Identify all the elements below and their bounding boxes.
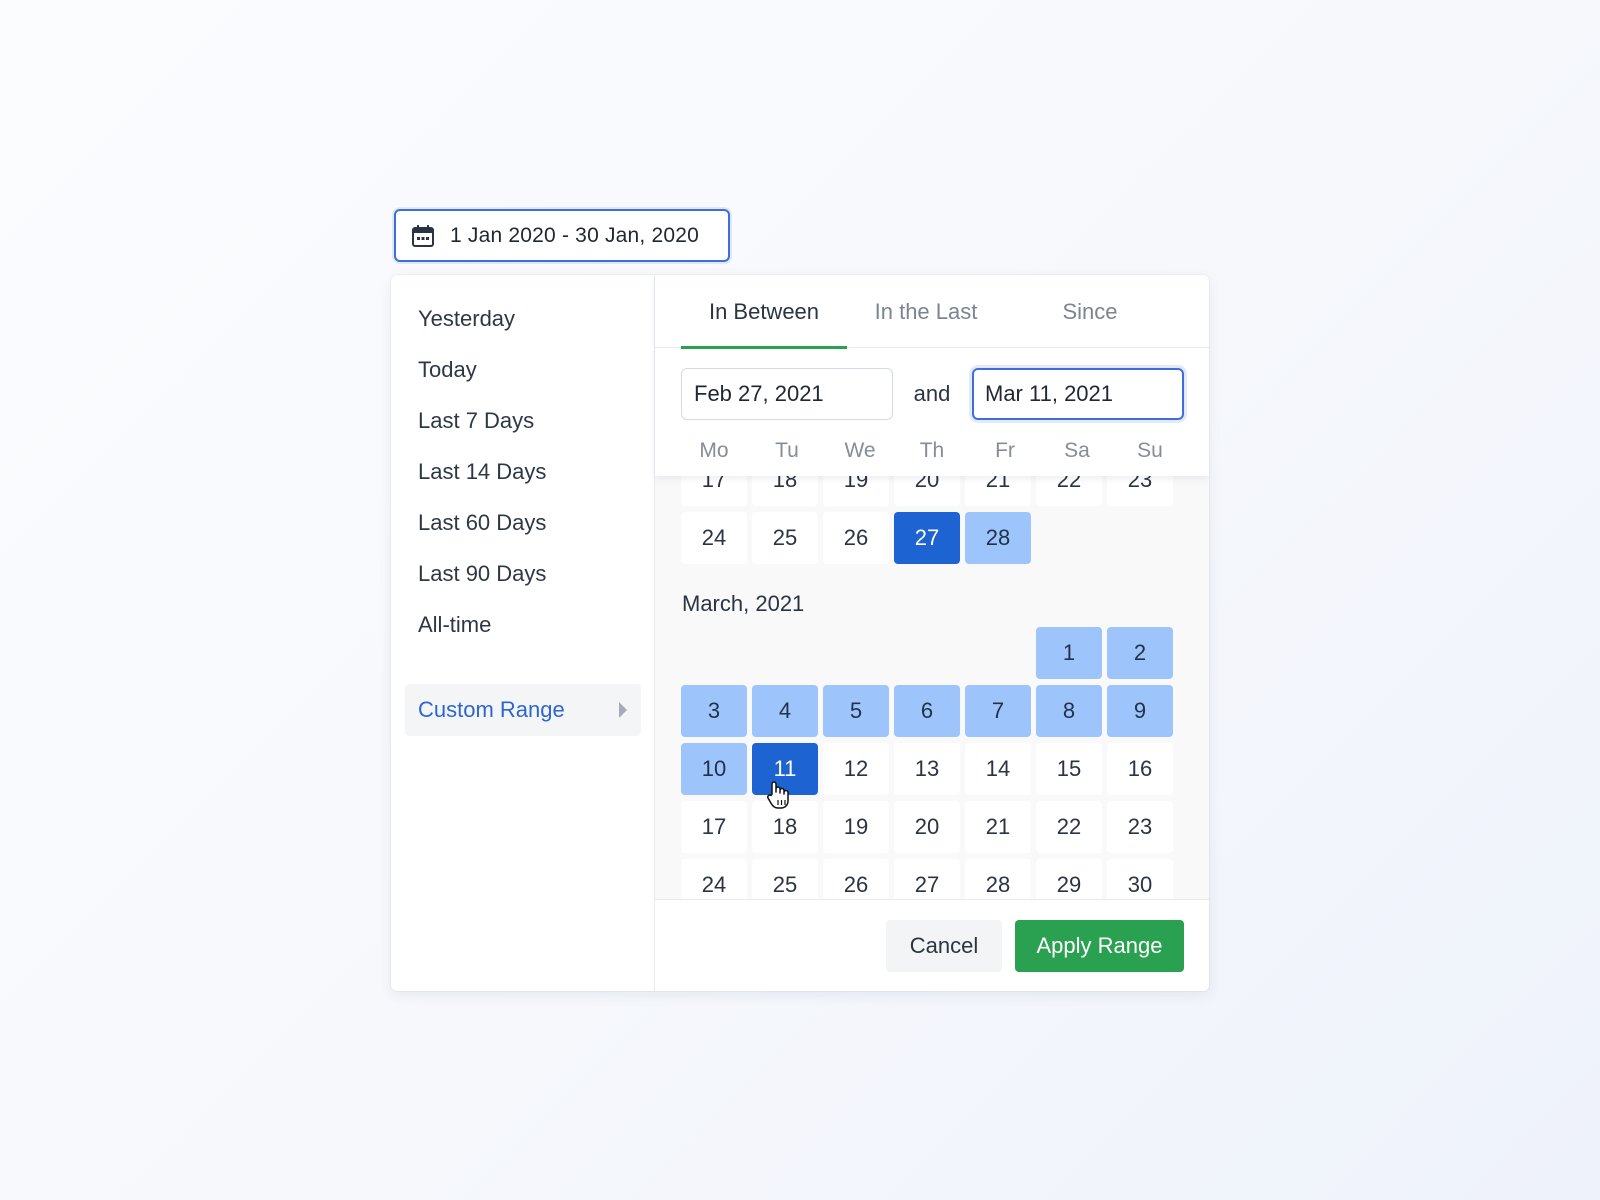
march-day-cell[interactable]: 20 (894, 801, 960, 853)
tab-in-the-last[interactable]: In the Last (853, 275, 999, 348)
tab-in-between[interactable]: In Between (681, 275, 847, 349)
date-picker-panel: Yesterday Today Last 7 Days Last 14 Days… (391, 275, 1209, 991)
march-day-cell[interactable]: 4 (752, 685, 818, 737)
march-day-cell[interactable]: 22 (1036, 801, 1102, 853)
preset-yesterday[interactable]: Yesterday (391, 293, 654, 344)
feb-day-cell[interactable]: 22 (1036, 476, 1102, 506)
feb-day-cell[interactable]: 28 (965, 512, 1031, 564)
preset-last-14-days[interactable]: Last 14 Days (391, 446, 654, 497)
march-day-cell[interactable]: 11 (752, 743, 818, 795)
weekday-tu: Tu (775, 439, 799, 462)
feb-day-cell[interactable]: 17 (681, 476, 747, 506)
march-day-cell[interactable]: 21 (965, 801, 1031, 853)
march-day-cell[interactable]: 18 (752, 801, 818, 853)
feb-day-cell[interactable]: 24 (681, 512, 747, 564)
march-day-cell[interactable]: 25 (752, 859, 818, 904)
march-day-cell[interactable]: 30 (1107, 859, 1173, 904)
march-day-cell[interactable]: 3 (681, 685, 747, 737)
march-day-cell[interactable]: 1 (1036, 627, 1102, 679)
preset-last-90-days[interactable]: Last 90 Days (391, 548, 654, 599)
feb-day-cell[interactable]: 20 (894, 476, 960, 506)
apply-range-button[interactable]: Apply Range (1015, 920, 1184, 972)
feb-day-cell[interactable]: 19 (823, 476, 889, 506)
tab-since[interactable]: Since (1025, 275, 1155, 348)
march-day-cell[interactable]: 13 (894, 743, 960, 795)
weekday-we: We (844, 439, 876, 462)
feb-day-cell[interactable]: 26 (823, 512, 889, 564)
weekday-sa: Sa (1064, 439, 1090, 462)
weekday-su: Su (1137, 439, 1163, 462)
feb-day-cell[interactable]: 21 (965, 476, 1031, 506)
range-editor-header: In Between In the Last Since and Mo Tu W… (655, 275, 1209, 476)
march-day-cell[interactable]: 23 (1107, 801, 1173, 853)
weekday-header: Mo Tu We Th Fr Sa Su (681, 433, 1181, 473)
march-day-cell[interactable]: 5 (823, 685, 889, 737)
march-day-cell[interactable]: 9 (1107, 685, 1173, 737)
start-date-input[interactable] (681, 368, 893, 420)
march-day-cell[interactable]: 8 (1036, 685, 1102, 737)
preset-all-time[interactable]: All-time (391, 599, 654, 650)
march-day-cell[interactable]: 19 (823, 801, 889, 853)
weekday-fr: Fr (995, 439, 1015, 462)
preset-list: Yesterday Today Last 7 Days Last 14 Days… (391, 275, 655, 991)
march-day-cell[interactable]: 12 (823, 743, 889, 795)
custom-range-label: Custom Range (418, 697, 565, 722)
chevron-right-icon (619, 702, 627, 718)
march-day-cell[interactable]: 16 (1107, 743, 1173, 795)
preset-custom-range[interactable]: Custom Range (405, 684, 641, 736)
march-day-cell[interactable]: 27 (894, 859, 960, 904)
feb-day-cell[interactable]: 27 (894, 512, 960, 564)
march-day-cell[interactable]: 14 (965, 743, 1031, 795)
march-day-cell[interactable]: 2 (1107, 627, 1173, 679)
feb-day-cell[interactable]: 25 (752, 512, 818, 564)
preset-last-7-days[interactable]: Last 7 Days (391, 395, 654, 446)
march-day-cell[interactable]: 24 (681, 859, 747, 904)
march-day-cell[interactable]: 6 (894, 685, 960, 737)
march-day-cell[interactable]: 26 (823, 859, 889, 904)
panel-footer: Cancel Apply Range (655, 899, 1209, 991)
march-day-cell[interactable]: 17 (681, 801, 747, 853)
march-day-cell[interactable]: 10 (681, 743, 747, 795)
march-day-cell[interactable]: 7 (965, 685, 1031, 737)
preset-last-60-days[interactable]: Last 60 Days (391, 497, 654, 548)
end-date-input[interactable] (972, 368, 1184, 420)
range-editor: In Between In the Last Since and Mo Tu W… (655, 275, 1209, 991)
feb-day-cell[interactable]: 18 (752, 476, 818, 506)
mode-tabs: In Between In the Last Since (655, 275, 1209, 349)
weekday-th: Th (919, 439, 945, 462)
month-label-march: March, 2021 (682, 591, 805, 616)
date-range-trigger-label: 1 Jan 2020 - 30 Jan, 2020 (450, 223, 700, 247)
preset-today[interactable]: Today (391, 344, 654, 395)
march-day-cell[interactable]: 28 (965, 859, 1031, 904)
feb-day-cell[interactable]: 23 (1107, 476, 1173, 506)
date-range-trigger[interactable]: 1 Jan 2020 - 30 Jan, 2020 (394, 209, 730, 262)
weekday-mo: Mo (699, 439, 729, 462)
march-day-cell[interactable]: 29 (1036, 859, 1102, 904)
cancel-button[interactable]: Cancel (886, 920, 1002, 972)
calendar-icon (410, 223, 436, 249)
calendar-scroll-area[interactable]: March, 2021 17 18 19 20 21 22 23 24 25 26 27 28 1 2 3 4… (655, 476, 1209, 904)
march-day-cell[interactable]: 15 (1036, 743, 1102, 795)
range-connector: and (913, 381, 951, 406)
range-inputs: and (655, 368, 1209, 420)
